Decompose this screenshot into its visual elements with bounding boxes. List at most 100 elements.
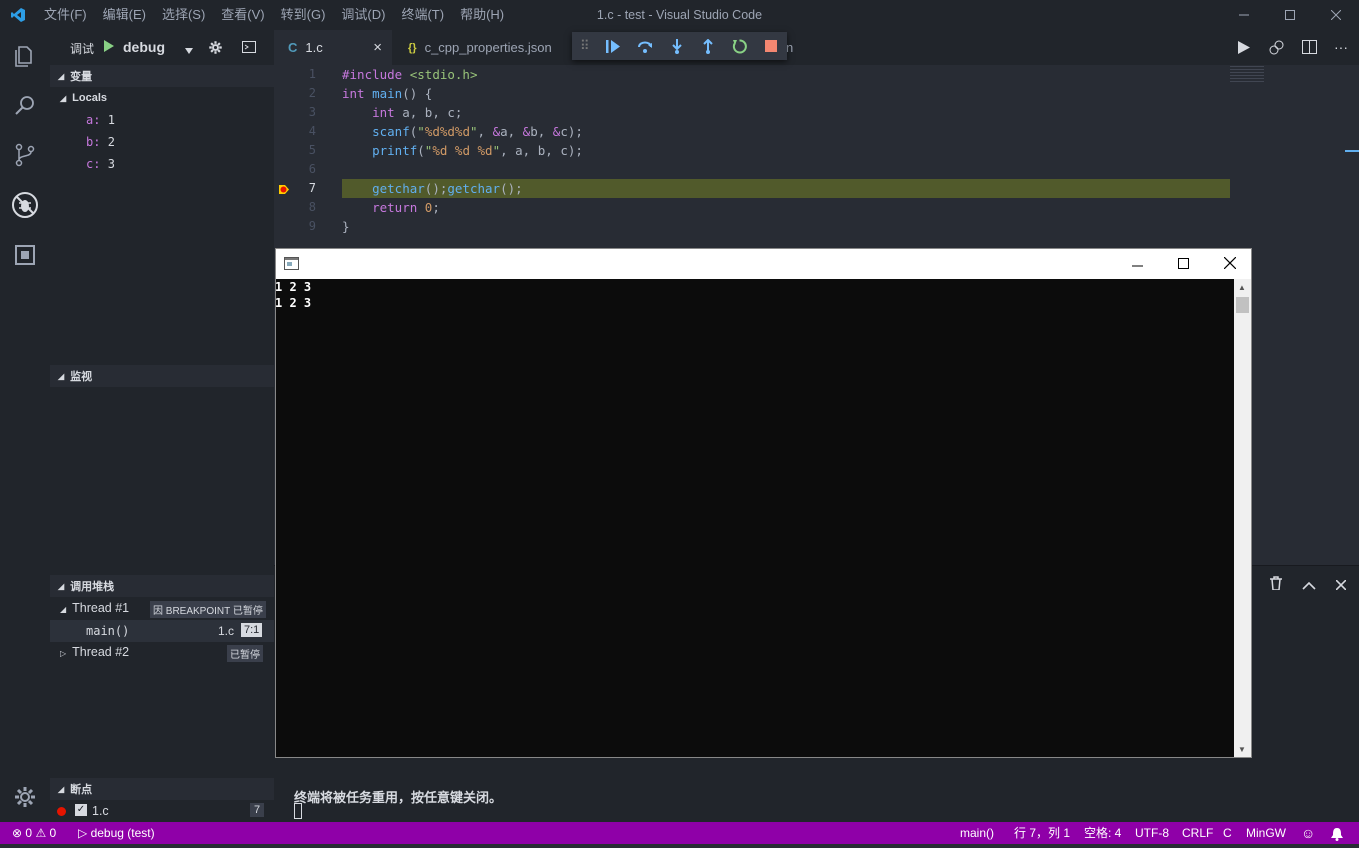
checkbox-checked-icon[interactable]: ✓ [75,804,87,816]
json-file-icon: {} [408,41,417,54]
breakpoints-section-header[interactable]: ◢ 断点 [50,778,274,800]
variables-section-header[interactable]: ◢ 变量 [50,65,274,87]
debug-console-icon[interactable] [242,41,256,56]
minimize-button[interactable] [1221,0,1267,30]
status-bar: ⊗ 0 ⚠ 0 ▷ debug (test) main() 行 7，列 1 空格… [0,822,1359,844]
scrollbar-thumb[interactable] [1236,297,1249,313]
code-line-5[interactable]: printf("%d %d %d", a, b, c); [342,141,583,160]
continue-icon[interactable] [598,39,630,53]
line-ending[interactable]: CRLF [1182,822,1213,844]
chevron-down-icon[interactable]: ▼ [1238,745,1246,754]
open-changes-icon[interactable] [1269,40,1284,58]
more-actions-icon[interactable]: ··· [1334,39,1348,55]
menu-edit[interactable]: 编辑(E) [95,0,154,30]
tab-partial[interactable]: n [786,30,793,65]
thread-1-row[interactable]: ◢ Thread #1 因 BREAKPOINT 已暂停 [60,601,270,618]
code-line-3[interactable]: int a, b, c; [342,103,462,122]
code-line-1[interactable]: #include <stdio.h> [342,65,477,84]
menu-file[interactable]: 文件(F) [36,0,95,30]
restart-icon[interactable] [724,38,756,54]
variable-row[interactable]: a: 1 [86,113,115,127]
code-line-9[interactable]: } [342,217,350,236]
tab-1c[interactable]: C 1.c × [274,30,392,65]
variable-row[interactable]: c: 3 [86,157,115,171]
warning-icon: ⚠ [35,826,47,840]
locals-label: Locals [72,92,108,104]
console-close-button[interactable] [1223,256,1237,272]
settings-gear-icon[interactable] [0,772,50,822]
close-window-button[interactable] [1313,0,1359,30]
watch-section-title: 监视 [70,371,93,383]
cursor-position[interactable]: 行 7，列 1 [1014,822,1070,844]
language-mode[interactable]: C [1223,822,1232,844]
chevron-up-icon[interactable] [1302,578,1316,593]
tab-c-cpp-properties[interactable]: {} c_cpp_properties.json [394,30,574,65]
debug-settings-gear-icon[interactable] [208,40,223,58]
encoding[interactable]: UTF-8 [1135,822,1169,844]
step-into-icon[interactable] [661,38,693,54]
trash-icon[interactable] [1270,576,1282,593]
indentation[interactable]: 空格: 4 [1084,822,1121,844]
breakpoint-row[interactable]: ✓ 1.c 7 [50,800,274,822]
variable-row[interactable]: b: 2 [86,135,115,149]
code-line-8[interactable]: return 0; [342,198,440,217]
explorer-icon[interactable] [0,30,50,80]
chevron-expanded-icon: ◢ [60,94,67,103]
console-maximize-button[interactable] [1178,257,1189,272]
paused-badge: 已暂停 [227,645,263,662]
step-over-icon[interactable] [629,39,661,53]
locals-scope[interactable]: ◢ Locals [60,92,107,104]
menu-debug[interactable]: 调试(D) [333,0,393,30]
terminal-cursor[interactable] [294,803,302,819]
callstack-section-header[interactable]: ◢ 调用堆栈 [50,575,274,597]
watch-section-header[interactable]: ◢ 监视 [50,365,274,387]
debug-icon[interactable] [0,180,50,230]
console-minimize-button[interactable] [1132,259,1143,274]
chevron-up-icon[interactable]: ▲ [1238,283,1246,292]
code-line-2[interactable]: int main() { [342,84,432,103]
chevron-down-icon[interactable] [185,42,193,57]
console-window[interactable]: 1 2 3 1 2 3 ▲ ▼ [275,248,1252,758]
debug-status[interactable]: ▷ debug (test) [78,822,155,844]
drag-handle-icon[interactable]: ⠿ [572,38,598,54]
split-editor-icon[interactable] [1302,40,1317,57]
search-icon[interactable] [0,80,50,130]
console-scrollbar[interactable]: ▲ ▼ [1234,279,1251,757]
console-output: 1 2 3 1 2 3 [275,279,311,311]
debug-config-select[interactable]: debug [123,39,165,55]
menu-selection[interactable]: 选择(S) [154,0,213,30]
extensions-icon[interactable] [0,230,50,280]
chevron-expanded-icon: ◢ [58,371,65,381]
menu-view[interactable]: 查看(V) [213,0,272,30]
thread-2-row[interactable]: ▷ Thread #2 已暂停 [60,645,270,662]
paused-badge: 因 BREAKPOINT 已暂停 [150,601,266,618]
bell-icon[interactable] [1331,826,1343,848]
start-debugging-icon[interactable] [104,40,114,55]
breakpoint-line-badge: 7 [250,803,265,817]
current-function[interactable]: main() [960,822,994,844]
source-control-icon[interactable] [0,130,50,180]
maximize-button[interactable] [1267,0,1313,30]
run-icon[interactable] [1238,41,1250,57]
breakpoints-section-title: 断点 [70,784,93,796]
menu-terminal[interactable]: 终端(T) [393,0,452,30]
step-out-icon[interactable] [692,38,724,54]
menu-help[interactable]: 帮助(H) [452,0,512,30]
code-line-7[interactable]: getchar();getchar(); [342,179,523,198]
variables-section-title: 变量 [70,71,93,83]
stop-icon[interactable] [755,40,787,52]
compiler-config[interactable]: MinGW [1246,822,1286,844]
code-line-4[interactable]: scanf("%d%d%d", &a, &b, &c); [342,122,583,141]
close-tab-icon[interactable]: × [373,39,382,56]
problems-indicator[interactable]: ⊗ 0 ⚠ 0 [12,822,56,844]
menu-go[interactable]: 转到(G) [273,0,334,30]
stack-frame-row[interactable]: main() 1.c 7:1 [50,620,274,642]
breakpoint-current-icon[interactable] [279,183,290,198]
title-bar: 文件(F) 编辑(E) 选择(S) 查看(V) 转到(G) 调试(D) 终端(T… [0,0,1359,30]
tab-label: 1.c [305,40,323,55]
console-titlebar[interactable] [276,249,1251,279]
close-panel-icon[interactable] [1335,578,1347,593]
variable-value: 3 [107,157,115,171]
feedback-smiley-icon[interactable]: ☺ [1301,822,1315,844]
minimap[interactable] [1230,66,1264,82]
